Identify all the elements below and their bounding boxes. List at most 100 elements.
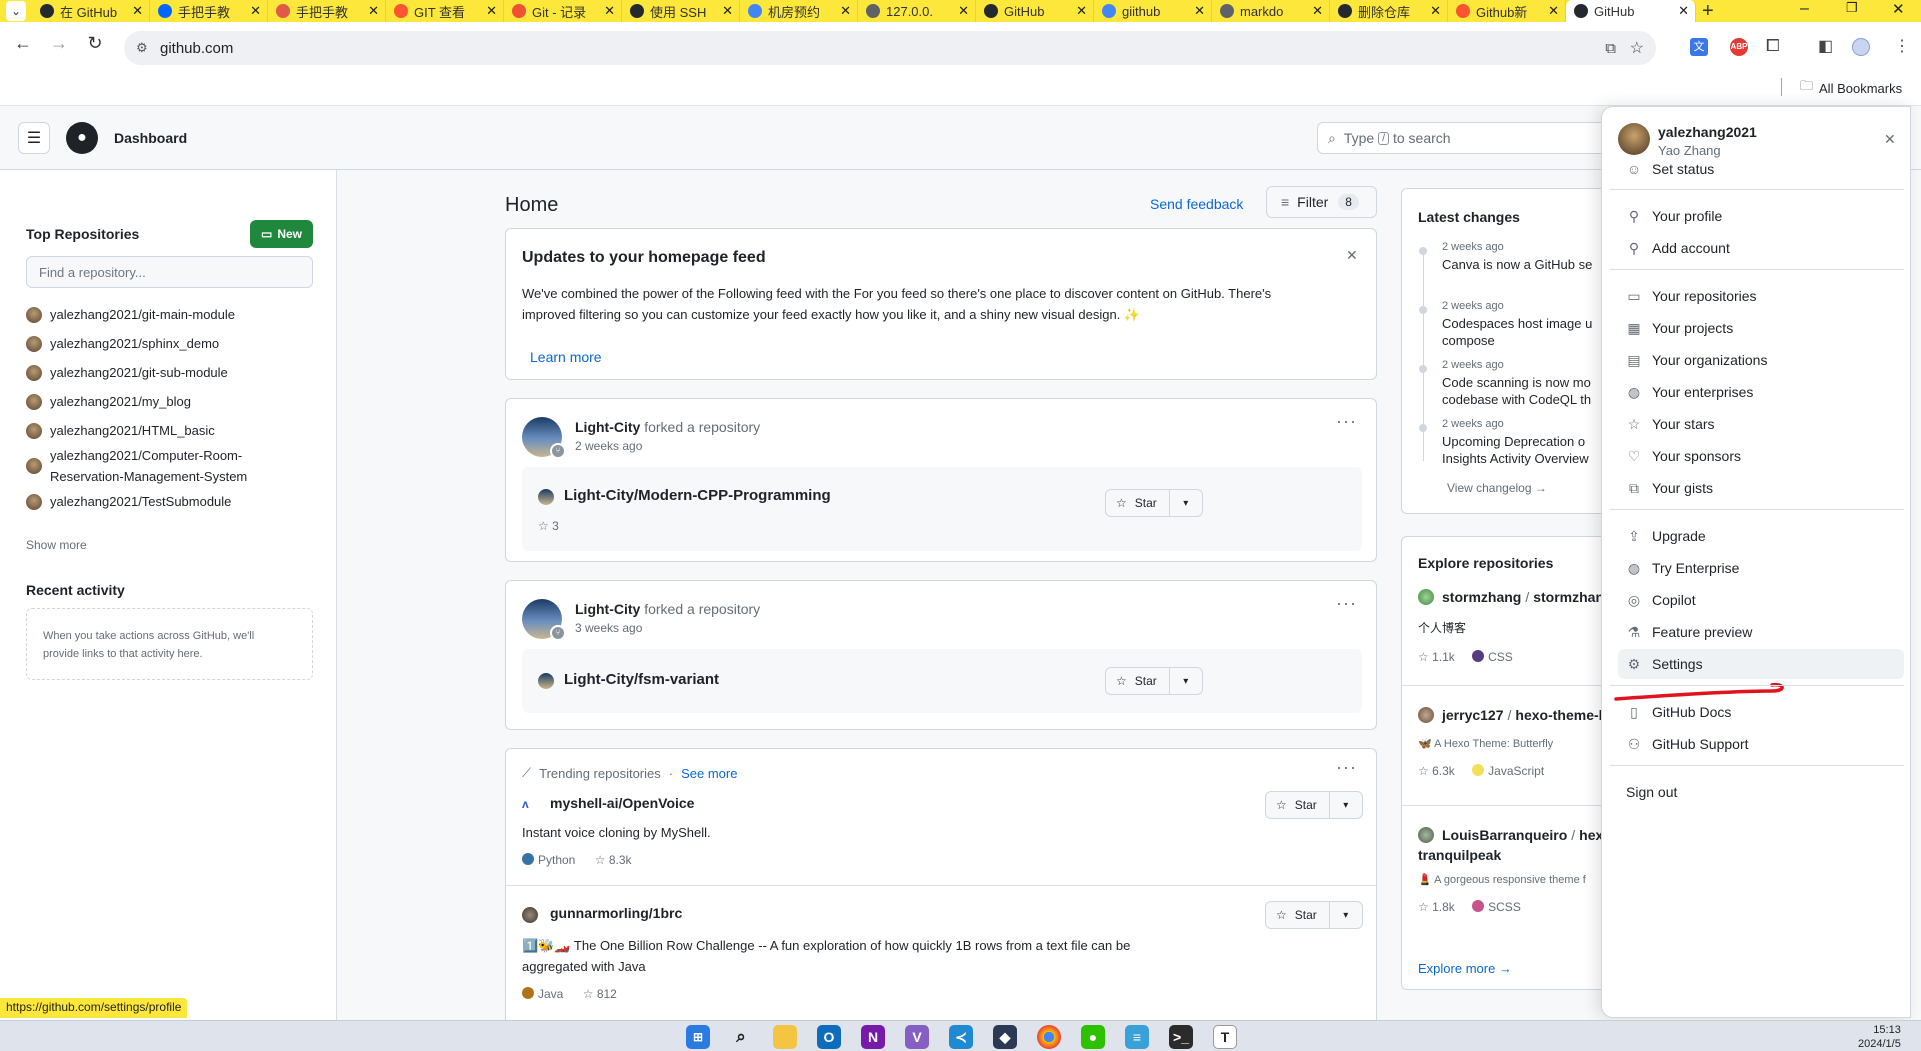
changelog-item[interactable]: 2 weeks ago Upcoming Deprecation o Insight… xyxy=(1402,418,1611,477)
star-button[interactable]: ☆ Star xyxy=(1266,902,1330,928)
star-list-dropdown[interactable]: ▾ xyxy=(1330,910,1362,921)
repo-item[interactable]: yalezhang2021/Computer-Room- Reservation… xyxy=(26,445,316,487)
explore-owner[interactable]: LouisBarranqueiro xyxy=(1442,827,1567,843)
dev-app-icon[interactable]: ◆ xyxy=(993,1025,1017,1049)
star-button[interactable]: ☆ Star xyxy=(1266,792,1330,818)
search-input[interactable]: ⌕ Type / to search xyxy=(1317,122,1617,154)
trending-repo-name[interactable]: gunnarmorling/1brc xyxy=(550,905,682,921)
explore-repo-name-continued[interactable]: tranquilpeak xyxy=(1418,847,1611,863)
extensions-icon[interactable]: ⧠ xyxy=(1766,36,1780,56)
back-icon[interactable]: ← xyxy=(10,30,36,56)
star-list-dropdown[interactable]: ▾ xyxy=(1170,498,1202,509)
tab-search-icon[interactable]: ⌄ xyxy=(6,1,26,21)
view-changelog-link[interactable]: View changelog → xyxy=(1447,481,1547,495)
repo-item[interactable]: yalezhang2021/TestSubmodule xyxy=(26,487,316,516)
changelog-item[interactable]: 2 weeks ago Code scanning is now mo codeba… xyxy=(1402,359,1611,418)
site-settings-icon[interactable]: ⚙ xyxy=(136,40,148,56)
menu-item-settings[interactable]: ⚙ Settings xyxy=(1618,649,1904,679)
star-list-dropdown[interactable]: ▾ xyxy=(1170,676,1202,687)
install-app-icon[interactable]: ⧉ xyxy=(1605,40,1616,57)
close-icon[interactable]: ✕ xyxy=(1346,247,1358,264)
browser-menu-icon[interactable]: ⋮ xyxy=(1894,36,1910,56)
tab-close-icon[interactable]: ✕ xyxy=(486,3,497,19)
tab-close-icon[interactable]: ✕ xyxy=(1548,3,1559,19)
reload-icon[interactable]: ↻ xyxy=(82,30,108,56)
tab-close-icon[interactable]: ✕ xyxy=(958,3,969,19)
repo-item[interactable]: yalezhang2021/sphinx_demo xyxy=(26,329,316,358)
more-options-icon[interactable]: ··· xyxy=(1336,593,1357,614)
event-user[interactable]: Light-City xyxy=(575,601,640,617)
browser-tab[interactable]: 手把手教 ✕ xyxy=(268,0,386,22)
restore-button[interactable]: ❐ xyxy=(1846,0,1858,16)
close-icon[interactable]: ✕ xyxy=(1884,131,1896,148)
page-title[interactable]: Dashboard xyxy=(114,130,187,146)
browser-tab[interactable]: GitHub ✕ xyxy=(976,0,1094,22)
menu-item-your-sponsors[interactable]: ♡ Your sponsors xyxy=(1626,441,1906,471)
file-explorer-icon[interactable] xyxy=(773,1025,797,1049)
tab-close-icon[interactable]: ✕ xyxy=(604,3,615,19)
tab-close-icon[interactable]: ✕ xyxy=(132,3,143,19)
explore-repo-name[interactable]: hexo-theme-b xyxy=(1515,707,1607,723)
wechat-icon[interactable]: ● xyxy=(1081,1025,1105,1049)
menu-item-github-support[interactable]: ⚇ GitHub Support xyxy=(1626,729,1906,759)
repo-item[interactable]: yalezhang2021/git-sub-module xyxy=(26,358,316,387)
more-options-icon[interactable]: ··· xyxy=(1336,757,1357,778)
minimize-button[interactable]: – xyxy=(1800,0,1809,18)
menu-item-your-stars[interactable]: ☆ Your stars xyxy=(1626,409,1906,439)
browser-tab[interactable]: giithub ✕ xyxy=(1094,0,1212,22)
search-icon[interactable]: ⌕ xyxy=(729,1025,753,1049)
menu-item-your-repositories[interactable]: ▭ Your repositories xyxy=(1626,281,1906,311)
show-more-link[interactable]: Show more xyxy=(26,538,87,552)
find-repository-input[interactable]: Find a repository... xyxy=(26,256,313,288)
browser-tab[interactable]: Github新 ✕ xyxy=(1448,0,1566,22)
browser-tab[interactable]: 机房预约 ✕ xyxy=(740,0,858,22)
menu-item-try-enterprise[interactable]: ◍ Try Enterprise xyxy=(1626,553,1906,583)
menu-item-feature-preview[interactable]: ⚗ Feature preview xyxy=(1626,617,1906,647)
clock[interactable]: 15:13 2024/1/5 xyxy=(1858,1023,1901,1051)
github-logo-icon[interactable]: ● xyxy=(66,122,98,154)
tab-close-icon[interactable]: ✕ xyxy=(1312,3,1323,19)
windows-start-icon[interactable]: ⊞ xyxy=(686,1025,710,1049)
explore-owner[interactable]: jerryc127 xyxy=(1442,707,1504,723)
all-bookmarks-button[interactable]: 🗀 All Bookmarks xyxy=(1800,77,1902,99)
global-menu-button[interactable]: ☰ xyxy=(18,122,50,154)
browser-tab[interactable]: Git - 记录 ✕ xyxy=(504,0,622,22)
browser-tab[interactable]: 使用 SSH ✕ xyxy=(622,0,740,22)
menu-item-add-account[interactable]: ⚲ Add account xyxy=(1626,233,1906,263)
onenote-icon[interactable]: N xyxy=(861,1025,885,1049)
browser-tab[interactable]: GitHub ✕ xyxy=(1566,0,1696,22)
learn-more-link[interactable]: Learn more xyxy=(530,349,602,365)
explore-more-link[interactable]: Explore more → xyxy=(1418,961,1512,976)
bookmark-star-icon[interactable]: ☆ xyxy=(1630,38,1644,58)
new-repository-button[interactable]: ▭ New xyxy=(250,220,313,248)
tab-close-icon[interactable]: ✕ xyxy=(250,3,261,19)
close-window-button[interactable]: ✕ xyxy=(1892,0,1905,18)
url-bar[interactable]: ⚙ github.com ⧉ ☆ xyxy=(124,31,1656,65)
menu-item-sign-out[interactable]: Sign out xyxy=(1626,777,1906,807)
filter-button[interactable]: ≡ Filter 8 xyxy=(1266,186,1377,218)
tab-close-icon[interactable]: ✕ xyxy=(1194,3,1205,19)
menu-item-copilot[interactable]: ◎ Copilot xyxy=(1626,585,1906,615)
send-feedback-link[interactable]: Send feedback xyxy=(1150,196,1243,212)
browser-tab[interactable]: 在 GitHub ✕ xyxy=(32,0,150,22)
changelog-item[interactable]: 2 weeks ago Canva is now a GitHub se xyxy=(1402,241,1611,300)
notepad-icon[interactable]: ≡ xyxy=(1125,1025,1149,1049)
repo-item[interactable]: yalezhang2021/git-main-module xyxy=(26,300,316,329)
tab-close-icon[interactable]: ✕ xyxy=(1678,3,1689,19)
tab-close-icon[interactable]: ✕ xyxy=(840,3,851,19)
tab-close-icon[interactable]: ✕ xyxy=(722,3,733,19)
user-avatar[interactable] xyxy=(1618,123,1650,155)
menu-item-your-enterprises[interactable]: ◍ Your enterprises xyxy=(1626,377,1906,407)
star-list-dropdown[interactable]: ▾ xyxy=(1330,800,1362,811)
tab-close-icon[interactable]: ✕ xyxy=(1430,3,1441,19)
menu-item-your-projects[interactable]: ▦ Your projects xyxy=(1626,313,1906,343)
tab-close-icon[interactable]: ✕ xyxy=(1076,3,1087,19)
adblock-extension-icon[interactable]: ABP xyxy=(1730,38,1748,56)
browser-tab[interactable]: 删除仓库 ✕ xyxy=(1330,0,1448,22)
visual-studio-icon[interactable]: V xyxy=(905,1025,929,1049)
menu-item-set-status[interactable]: ☺ Set status xyxy=(1626,154,1906,184)
menu-item-github-docs[interactable]: ▯ GitHub Docs xyxy=(1626,697,1906,727)
browser-tab[interactable]: markdo ✕ xyxy=(1212,0,1330,22)
terminal-icon[interactable]: >_ xyxy=(1169,1025,1193,1049)
trending-repo-name[interactable]: myshell-ai/OpenVoice xyxy=(550,795,694,811)
